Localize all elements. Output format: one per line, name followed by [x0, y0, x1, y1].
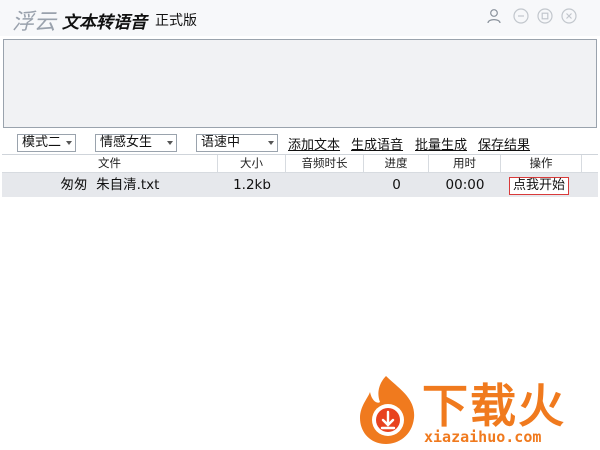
emotion-select-value: 情感女生 [100, 135, 153, 150]
speed-select[interactable]: 语速中 [196, 134, 278, 152]
chevron-down-icon [268, 141, 274, 145]
speed-select-value: 语速中 [201, 135, 241, 150]
text-input-area[interactable] [3, 39, 597, 128]
save-result-link[interactable]: 保存结果 [478, 134, 530, 153]
generate-voice-link[interactable]: 生成语音 [351, 134, 403, 153]
cell-progress: 0 [392, 177, 401, 193]
cell-file: 匆匆 朱自清.txt [60, 177, 160, 193]
table-header: 文件 大小 音频时长 进度 用时 操作 [2, 155, 598, 173]
chevron-down-icon [167, 141, 173, 145]
cell-size: 1.2kb [233, 177, 271, 193]
cell-elapsed: 00:00 [445, 177, 485, 193]
app-name: 浮云 [12, 10, 57, 35]
column-header-duration[interactable]: 音频时长 [286, 155, 364, 172]
app-subtitle: 文本转语音 [62, 13, 147, 33]
column-header-size[interactable]: 大小 [218, 155, 286, 172]
watermark-url: xiazaihuo.com [424, 428, 542, 446]
start-button[interactable]: 点我开始 [509, 177, 570, 195]
emotion-select[interactable]: 情感女生 [95, 134, 177, 152]
flame-logo-icon [360, 376, 415, 444]
title-bar: 浮云 文本转语音 正式版 [0, 0, 600, 36]
mode-select[interactable]: 模式二 [17, 134, 76, 152]
toolbar: 模式二 情感女生 语速中 添加文本 生成语音 批量生成 保存结果 [0, 131, 600, 153]
column-header-elapsed[interactable]: 用时 [429, 155, 501, 172]
chevron-down-icon [66, 141, 72, 145]
mode-select-value: 模式二 [22, 135, 62, 150]
add-text-link[interactable]: 添加文本 [288, 134, 340, 153]
column-header-file[interactable]: 文件 [2, 155, 218, 172]
edition-label: 正式版 [155, 13, 197, 29]
batch-generate-link[interactable]: 批量生成 [415, 134, 467, 153]
watermark-text: 下载火 [422, 379, 566, 433]
table-row[interactable]: 匆匆 朱自清.txt 1.2kb 0 00:00 点我开始 [2, 173, 598, 197]
user-icon[interactable] [486, 8, 502, 24]
watermark: 下载火 xiazaihuo.com [356, 372, 592, 446]
cell-duration [286, 173, 364, 197]
minimize-icon[interactable] [513, 8, 529, 24]
column-header-progress[interactable]: 进度 [364, 155, 429, 172]
close-icon[interactable] [561, 8, 577, 24]
maximize-icon[interactable] [537, 8, 553, 24]
column-header-action[interactable]: 操作 [501, 155, 582, 172]
